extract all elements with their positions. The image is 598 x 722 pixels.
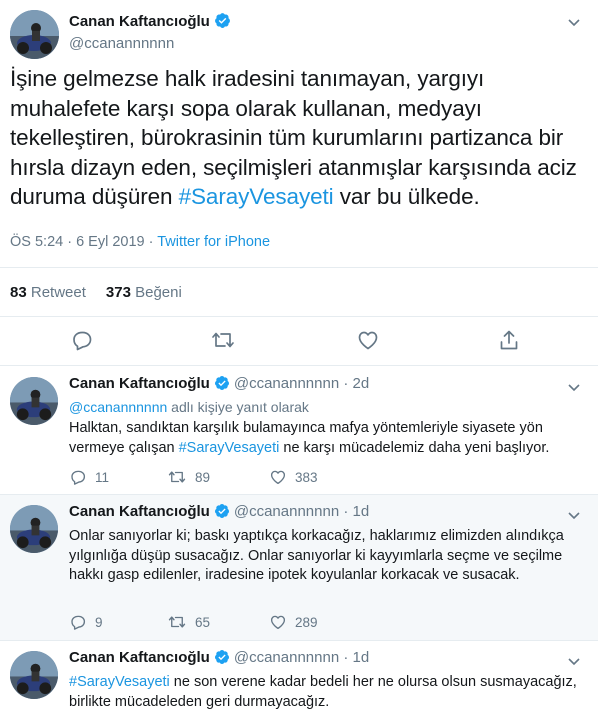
timestamp[interactable]: ÖS 5:24 · 6 Eyl 2019 <box>10 234 145 250</box>
reply-tweet[interactable]: Canan Kaftancıoğlu @ccanannnnnn · 1d Onla… <box>0 495 598 640</box>
like-button[interactable]: 383 <box>269 468 318 488</box>
verified-badge-icon <box>214 503 230 523</box>
reply-author-name[interactable]: Canan Kaftancıoğlu <box>69 375 210 392</box>
retweet-button[interactable] <box>210 328 236 354</box>
reply-count: 9 <box>95 615 103 630</box>
like-count: 383 <box>295 470 318 485</box>
avatar[interactable] <box>10 505 58 553</box>
like-button[interactable]: 289 <box>269 613 318 633</box>
like-icon <box>358 331 378 350</box>
main-tweet: Canan Kaftancıoğlu @ccanannnnnn İşine ge… <box>0 0 598 366</box>
tweet-text-tail: var bu ülkede. <box>333 184 480 209</box>
like-icon <box>270 615 286 630</box>
reply-author-handle[interactable]: @ccanannnnnn <box>234 375 339 392</box>
reply-icon <box>71 470 86 485</box>
replying-to: @ccanannnnnn adlı kişiye yanıt olarak <box>69 399 309 415</box>
divider <box>0 365 598 366</box>
reply-text: Onlar sanıyorlar ki; baskı yaptıkça kork… <box>69 528 564 583</box>
retweet-button[interactable]: 89 <box>167 468 210 488</box>
retweet-icon <box>212 332 234 348</box>
meta-separator: · <box>144 234 158 250</box>
avatar[interactable] <box>10 377 58 425</box>
reply-icon <box>71 615 86 630</box>
hashtag-link[interactable]: #SarayVesayeti <box>179 440 280 456</box>
retweet-icon <box>168 471 186 483</box>
reply-button[interactable] <box>70 328 96 354</box>
like-label: Beğeni <box>135 284 182 301</box>
retweet-button[interactable]: 65 <box>167 613 210 633</box>
reply-time[interactable]: · 1d <box>343 649 369 666</box>
verified-badge-icon <box>214 12 231 33</box>
retweet-count: 65 <box>195 615 211 630</box>
reply-tweet[interactable]: Canan Kaftancıoğlu @ccanannnnnn · 1d #Sar… <box>0 641 598 722</box>
tweet-stats: 83 Retweet 373 Beğeni <box>10 284 182 301</box>
tweet-meta: ÖS 5:24 · 6 Eyl 2019 · Twitter for iPhon… <box>10 234 270 250</box>
reply-to-mention[interactable]: @ccanannnnnn <box>69 399 167 415</box>
like-count: 373 <box>105 284 131 301</box>
verified-badge-icon <box>214 375 230 395</box>
reply-time[interactable]: · 2d <box>343 375 369 392</box>
avatar[interactable] <box>10 10 59 59</box>
reply-header: Canan Kaftancıoğlu @ccanannnnnn · 1d <box>69 503 369 523</box>
tweet-page: Canan Kaftancıoğlu @ccanannnnnn İşine ge… <box>0 0 598 722</box>
reply-text: #SarayVesayeti ne son verene kadar bedel… <box>69 673 587 712</box>
reply-actions: 9 65 289 <box>69 613 409 633</box>
like-count: 289 <box>295 615 318 630</box>
reply-tweet[interactable]: Canan Kaftancıoğlu @ccanannnnnn · 2d @cca… <box>0 367 598 494</box>
reply-author-name[interactable]: Canan Kaftancıoğlu <box>69 503 210 520</box>
chevron-down-icon[interactable] <box>566 653 582 669</box>
chevron-down-icon[interactable] <box>566 14 582 30</box>
retweet-label: Retweet <box>30 284 86 301</box>
avatar[interactable] <box>10 651 58 699</box>
verified-badge-icon <box>214 649 230 669</box>
like-stat[interactable]: 373 Beğeni <box>106 284 182 301</box>
reply-button[interactable]: 11 <box>69 468 109 488</box>
reply-header: Canan Kaftancıoğlu @ccanannnnnn · 1d <box>69 649 369 669</box>
share-button[interactable] <box>497 328 523 354</box>
hashtag-link[interactable]: #SarayVesayeti <box>69 674 170 690</box>
divider <box>0 267 598 268</box>
like-button[interactable] <box>356 328 382 354</box>
reply-actions: 11 89 383 <box>69 468 409 488</box>
reply-author-handle[interactable]: @ccanannnnnn <box>234 649 339 666</box>
reply-icon <box>73 331 92 351</box>
author-name[interactable]: Canan Kaftancıoğlu <box>69 12 231 33</box>
retweet-count: 83 <box>10 284 27 301</box>
chevron-down-icon[interactable] <box>566 379 582 395</box>
hashtag-link[interactable]: #SarayVesayeti <box>179 184 334 209</box>
like-icon <box>270 470 286 485</box>
share-icon <box>500 330 518 350</box>
tweet-text: İşine gelmezse halk iradesini tanımayan,… <box>10 64 588 212</box>
reply-author-handle[interactable]: @ccanannnnnn <box>234 503 339 520</box>
reply-text-tail: ne karşı mücadelemiz daha yeni başlıyor. <box>279 439 550 456</box>
author-name-text: Canan Kaftancıoğlu <box>69 13 210 30</box>
tweet-actions <box>0 328 598 354</box>
reply-text: Halktan, sandıktan karşılık bulamayınca … <box>69 419 587 458</box>
reply-button[interactable]: 9 <box>69 613 103 633</box>
retweet-count: 89 <box>195 470 211 485</box>
reply-to-suffix: adlı kişiye yanıt olarak <box>167 399 309 415</box>
retweet-stat[interactable]: 83 Retweet <box>10 284 86 301</box>
reply-count: 11 <box>95 470 110 485</box>
author-handle[interactable]: @ccanannnnnn <box>69 35 174 52</box>
retweet-icon <box>168 616 186 628</box>
reply-author-name[interactable]: Canan Kaftancıoğlu <box>69 649 210 666</box>
reply-header: Canan Kaftancıoğlu @ccanannnnnn · 2d <box>69 375 369 395</box>
reply-time[interactable]: · 1d <box>343 503 369 520</box>
source-link[interactable]: Twitter for iPhone <box>157 234 270 250</box>
divider <box>0 316 598 317</box>
chevron-down-icon[interactable] <box>566 507 582 523</box>
